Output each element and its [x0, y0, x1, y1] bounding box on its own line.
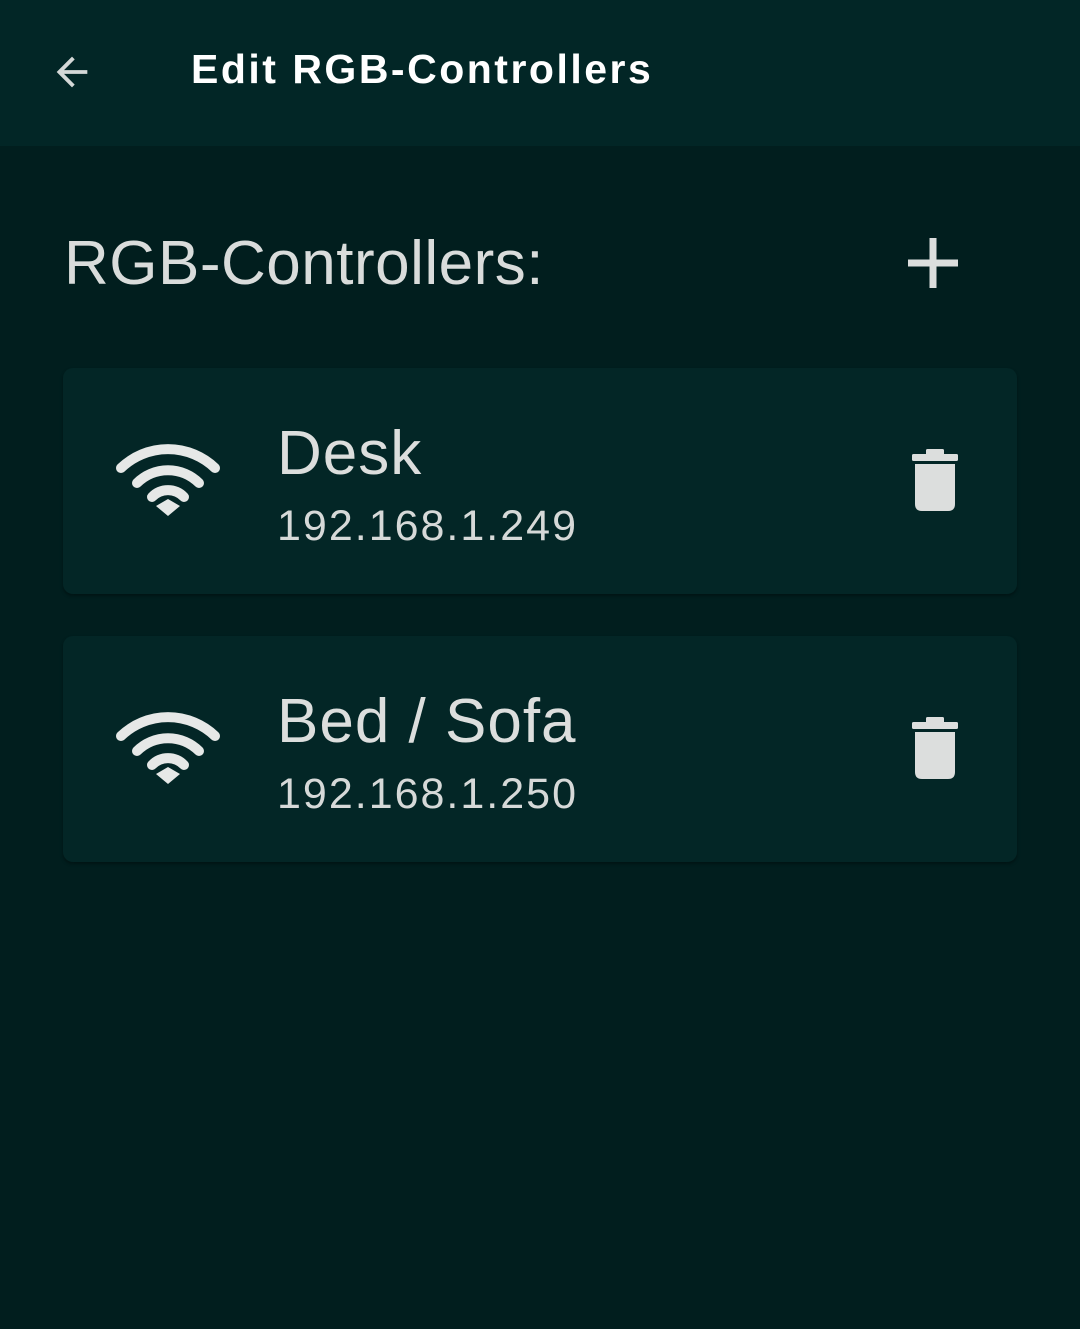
controller-card-bed-sofa[interactable]: Bed / Sofa 192.168.1.250 [63, 636, 1017, 862]
back-button[interactable] [36, 36, 108, 108]
plus-icon [908, 238, 958, 288]
app-bar: Edit RGB-Controllers [0, 0, 1080, 146]
trash-icon [912, 449, 958, 511]
controller-name: Bed / Sofa [277, 687, 577, 756]
delete-controller-button[interactable] [893, 706, 977, 790]
add-controller-button[interactable] [896, 226, 970, 300]
controller-ip: 192.168.1.250 [277, 770, 578, 818]
wifi-icon [116, 712, 220, 784]
wifi-icon [116, 444, 220, 516]
controller-card-desk[interactable]: Desk 192.168.1.249 [63, 368, 1017, 594]
trash-icon [912, 717, 958, 779]
controller-name: Desk [277, 419, 423, 488]
page-title: Edit RGB-Controllers [191, 46, 654, 92]
delete-controller-button[interactable] [893, 438, 977, 522]
section-title: RGB-Controllers: [64, 229, 544, 298]
controller-ip: 192.168.1.249 [277, 502, 578, 550]
arrow-back-icon [56, 56, 88, 88]
